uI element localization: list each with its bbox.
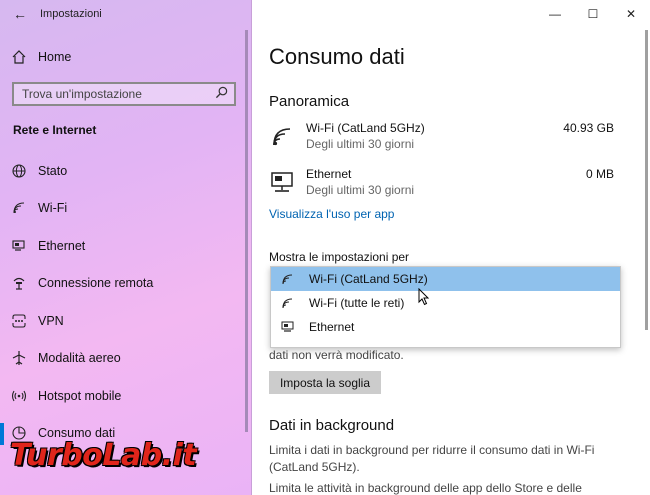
usage-period: Degli ultimi 30 giorni	[306, 137, 415, 151]
sidebar-item-label: Home	[38, 50, 72, 64]
usage-name: Wi-Fi (CatLand 5GHz)	[306, 121, 425, 135]
main-content: — ☐ ✕ Consumo dati Panoramica Wi-Fi (Cat…	[252, 0, 650, 495]
hotspot-icon	[0, 388, 38, 404]
maximize-button[interactable]: ☐	[574, 0, 612, 28]
background-data-heading: Dati in background	[269, 417, 395, 434]
sidebar-item-ethernet[interactable]: Ethernet	[0, 227, 252, 265]
background-apps-description: Limita le attività in background delle a…	[269, 481, 582, 495]
main-scrollbar[interactable]	[645, 30, 648, 330]
dropdown-option[interactable]: Wi-Fi (tutte le reti)	[271, 291, 620, 315]
sidebar-item-wifi[interactable]: Wi-Fi	[0, 190, 252, 228]
sidebar-item-label: Wi-Fi	[38, 201, 68, 216]
sidebar-item-label: Stato	[38, 163, 68, 178]
dropdown-option-label: Wi-Fi (tutte le reti)	[309, 296, 405, 310]
sidebar-item-stato[interactable]: Stato	[0, 152, 252, 190]
usage-row-ethernet: Ethernet Degli ultimi 30 giorni 0 MB	[269, 167, 629, 203]
sidebar-item-modalita-aereo[interactable]: Modalità aereo	[0, 340, 252, 378]
sidebar-item-hotspot-mobile[interactable]: Hotspot mobile	[0, 377, 252, 415]
set-limit-button[interactable]: Imposta la soglia	[269, 371, 381, 394]
wifi-icon	[0, 200, 38, 216]
sidebar-item-vpn[interactable]: VPN	[0, 302, 252, 340]
usage-amount: 0 MB	[585, 167, 614, 181]
search-icon[interactable]	[215, 86, 228, 102]
window-controls: — ☐ ✕	[536, 0, 650, 28]
wifi-icon	[269, 123, 297, 149]
home-icon	[0, 49, 38, 65]
ethernet-icon	[281, 320, 299, 334]
sidebar: ← Impostazioni Home Trova un'impostazion…	[0, 0, 252, 495]
usage-row-wifi: Wi-Fi (CatLand 5GHz) Degli ultimi 30 gio…	[269, 121, 629, 157]
back-arrow-icon[interactable]: ←	[0, 6, 40, 22]
mouse-cursor-icon	[418, 287, 430, 309]
sidebar-item-label: Hotspot mobile	[38, 388, 122, 403]
sidebar-item-label: Connessione remota	[38, 276, 154, 291]
sidebar-scrollbar[interactable]	[245, 30, 248, 432]
airplane-icon	[0, 350, 38, 366]
view-usage-link[interactable]: Visualizza l'uso per app	[269, 207, 394, 221]
page-title: Consumo dati	[269, 44, 405, 69]
minimize-button[interactable]: —	[536, 0, 574, 28]
overview-heading: Panoramica	[269, 93, 350, 110]
globe-icon	[0, 163, 38, 179]
watermark-logo: TurboLab.it	[10, 432, 197, 478]
network-dropdown-list[interactable]: Wi-Fi (CatLand 5GHz) Wi-Fi (tutte le ret…	[270, 266, 621, 348]
threshold-note: dati non verrà modificato.	[269, 348, 404, 362]
sidebar-item-label: Modalità aereo	[38, 351, 121, 366]
dropdown-option[interactable]: Wi-Fi (CatLand 5GHz)	[271, 267, 620, 291]
ethernet-icon	[0, 238, 38, 254]
dropdown-option-label: Wi-Fi (CatLand 5GHz)	[309, 272, 428, 286]
dropdown-option-label: Ethernet	[309, 320, 355, 334]
dropdown-option[interactable]: Ethernet	[271, 315, 620, 339]
usage-amount: 40.93 GB	[563, 121, 614, 135]
watermark-text: TurboLab.it	[10, 437, 197, 473]
section-title: Rete e Internet	[13, 123, 97, 137]
app-title: Impostazioni	[40, 8, 102, 20]
dial-up-icon	[0, 275, 38, 291]
search-placeholder: Trova un'impostazione	[22, 87, 142, 101]
close-button[interactable]: ✕	[612, 0, 650, 28]
background-data-description: Limita i dati in background per ridurre …	[269, 443, 595, 474]
wifi-icon	[281, 296, 299, 310]
sidebar-item-connessione-remota[interactable]: Connessione remota	[0, 265, 252, 303]
sidebar-item-label: Ethernet	[38, 238, 86, 253]
sidebar-nav: Stato Wi-Fi Ethernet Connessione remota …	[0, 152, 252, 452]
vpn-icon	[0, 313, 38, 329]
ethernet-icon	[269, 169, 297, 195]
sidebar-item-label: VPN	[38, 313, 64, 328]
title-bar: ← Impostazioni	[0, 0, 252, 28]
wifi-icon	[281, 272, 299, 286]
show-settings-label: Mostra le impostazioni per	[269, 250, 410, 264]
usage-period: Degli ultimi 30 giorni	[306, 183, 415, 197]
search-input[interactable]: Trova un'impostazione	[12, 82, 236, 106]
usage-name: Ethernet	[306, 167, 352, 181]
sidebar-item-home[interactable]: Home	[0, 44, 252, 70]
